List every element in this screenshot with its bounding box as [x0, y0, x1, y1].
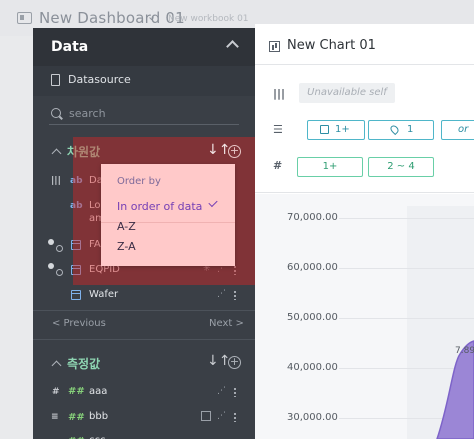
- order-za-option[interactable]: Z-A: [117, 240, 136, 253]
- rows-shelf-icon: #: [52, 387, 60, 397]
- columns-shelf-icon: |||: [51, 176, 61, 186]
- datasource-icon: [51, 74, 60, 86]
- data-label: 7.89: [455, 346, 474, 356]
- divider: [33, 339, 255, 340]
- calendar-type-icon: [71, 290, 81, 300]
- workbook-subtitle[interactable]: New workbook 01: [168, 14, 249, 24]
- chart-panel: New Chart 01 ||| Unavailable self ☰ 1+ 1…: [255, 24, 474, 439]
- order-by-menu: Order by In order of data A-Z Z-A: [101, 164, 235, 266]
- measure-field-label[interactable]: aaa: [89, 386, 107, 397]
- collapse-caret-icon[interactable]: [226, 40, 239, 53]
- datasource-row[interactable]: [33, 66, 255, 96]
- filter-icon[interactable]: ⋰: [217, 386, 226, 396]
- filter-ring-indicator: [56, 245, 63, 252]
- filter-icon[interactable]: ⋰: [217, 289, 226, 299]
- divider: [33, 310, 255, 311]
- field-menu-icon[interactable]: [234, 290, 236, 300]
- list-shelf-icon: ≡: [51, 412, 59, 422]
- previous-page-link[interactable]: < Previous: [52, 318, 106, 329]
- search-input[interactable]: [69, 104, 239, 122]
- next-page-link[interactable]: Next >: [209, 318, 244, 329]
- dashboard-title[interactable]: New Dashboard 01: [39, 9, 185, 27]
- numeric-type-icon: ##: [68, 412, 85, 423]
- numeric-type-icon: ##: [68, 386, 85, 397]
- dimension-collapse-icon[interactable]: [51, 148, 62, 159]
- filter-dot-indicator: [48, 263, 54, 269]
- search-underline: [49, 124, 239, 125]
- filter-dot-indicator: [48, 239, 54, 245]
- app-root: New Dashboard 01 ⌄ New workbook 01 Data …: [0, 0, 474, 439]
- filter-icon[interactable]: ⋰: [217, 411, 226, 421]
- add-measure-icon[interactable]: +: [228, 356, 241, 369]
- check-icon: [208, 197, 218, 208]
- dimension-field-label[interactable]: Wafer: [89, 289, 118, 300]
- field-menu-icon[interactable]: [234, 412, 236, 422]
- chevron-down-icon[interactable]: ⌄: [147, 10, 156, 23]
- data-panel-header: Data: [33, 28, 255, 66]
- dashboard-icon: [17, 12, 32, 24]
- data-panel-title: Data: [51, 39, 89, 55]
- measure-field-label[interactable]: bbb: [89, 411, 108, 422]
- measure-collapse-icon[interactable]: [51, 360, 62, 371]
- datasource-label[interactable]: Datasource: [68, 73, 131, 86]
- filter-ring-indicator: [56, 269, 63, 276]
- image-icon[interactable]: [201, 411, 211, 421]
- sort-icon[interactable]: ↓↑: [207, 353, 230, 369]
- measure-field-label[interactable]: ccc: [89, 435, 106, 439]
- order-az-option[interactable]: A-Z: [117, 220, 136, 233]
- add-dimension-icon[interactable]: +: [228, 145, 241, 158]
- sort-icon[interactable]: ↓↑: [207, 142, 230, 158]
- order-in-data-option[interactable]: In order of data: [117, 200, 202, 213]
- order-by-header: Order by: [117, 176, 161, 187]
- measure-section-label: 측정값: [67, 357, 101, 371]
- area-chart-svg: [436, 340, 474, 439]
- field-menu-icon[interactable]: [234, 387, 236, 397]
- search-icon: [51, 108, 61, 118]
